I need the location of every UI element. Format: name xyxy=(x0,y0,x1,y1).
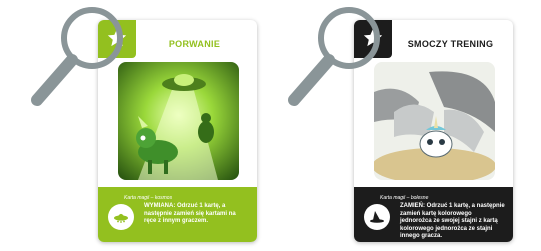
witch-hat-icon xyxy=(370,211,384,223)
card-illustration xyxy=(118,62,239,180)
card-description: WYMIANA: Odrzuć 1 kartę, a następnie zam… xyxy=(144,203,236,224)
card-illustration xyxy=(374,62,495,180)
card-text-panel: Karta magii – kosmos WYMIANA: Odrzuć 1 k… xyxy=(98,187,257,242)
ufo-icon xyxy=(114,213,128,223)
card-title: PORWANIE xyxy=(168,39,221,49)
card-text-panel: Karta magii – bolesne ZAMIEŃ: Odrzuć 1 k… xyxy=(354,187,513,242)
card-description: ZAMIEŃ: Odrzuć 1 kartę, a następnie zami… xyxy=(400,203,505,239)
card-type: Karta magii – bolesne xyxy=(380,195,429,201)
card-type: Karta magii – kosmos xyxy=(124,195,173,201)
card-title: SMOCZY TRENING xyxy=(407,39,494,49)
magnifier-icon xyxy=(288,7,380,106)
card-badge xyxy=(108,204,134,230)
card-badge xyxy=(364,204,390,230)
magnifier-icon xyxy=(31,7,123,106)
